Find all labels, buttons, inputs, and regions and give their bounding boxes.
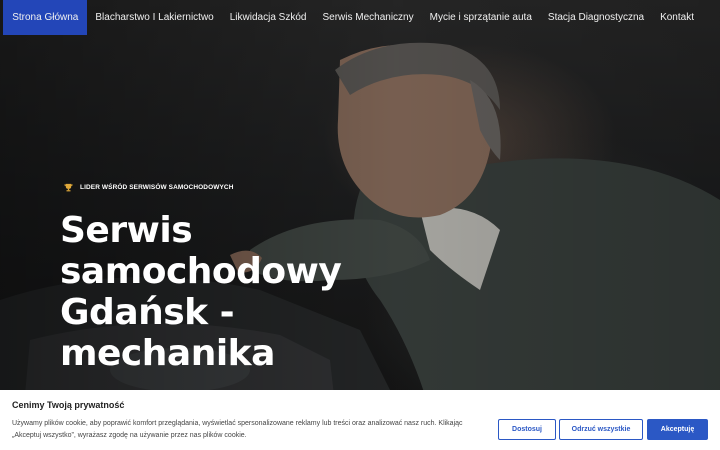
nav-item-mechanical-service[interactable]: Serwis Mechaniczny: [314, 0, 421, 35]
headline-line: Serwis: [60, 210, 193, 251]
hero-headline: Serwis samochodowy Gdańsk - mechanika: [60, 210, 380, 374]
cookie-title: Cenimy Twoją prywatność: [12, 400, 125, 410]
reject-all-button[interactable]: Odrzuć wszystkie: [559, 419, 643, 440]
hero-badge-text: LIDER WŚRÓD SERWISÓW SAMOCHODOWYCH: [80, 184, 234, 191]
nav-item-bodywork[interactable]: Blacharstwo I Lakiernictwo: [87, 0, 221, 35]
headline-line: samochodowy: [60, 251, 342, 292]
nav-item-claims[interactable]: Likwidacja Szkód: [222, 0, 315, 35]
main-navigation: Strona Główna Blacharstwo I Lakiernictwo…: [0, 0, 720, 35]
cookie-banner: Cenimy Twoją prywatność Używamy plików c…: [0, 390, 720, 450]
headline-line: mechanika: [60, 333, 275, 374]
nav-item-contact[interactable]: Kontakt: [652, 0, 702, 35]
trophy-icon: [64, 183, 73, 192]
nav-item-diagnostic-station[interactable]: Stacja Diagnostyczna: [540, 0, 652, 35]
cookie-description: Używamy plików cookie, aby poprawić komf…: [12, 420, 463, 439]
accept-button[interactable]: Akceptuję: [647, 419, 708, 440]
hero-badge: LIDER WŚRÓD SERWISÓW SAMOCHODOWYCH: [64, 183, 234, 192]
customize-button[interactable]: Dostosuj: [498, 419, 556, 440]
headline-line: Gdańsk -: [60, 292, 235, 333]
nav-item-car-wash[interactable]: Mycie i sprzątanie auta: [422, 0, 540, 35]
nav-item-home[interactable]: Strona Główna: [3, 0, 88, 35]
